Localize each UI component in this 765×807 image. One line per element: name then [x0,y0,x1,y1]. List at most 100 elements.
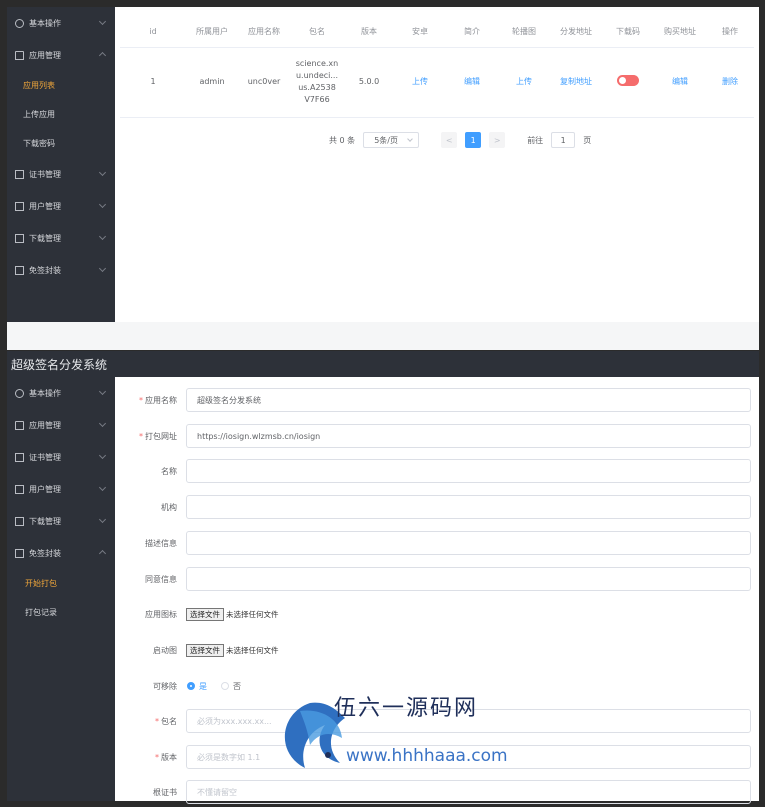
copy-address-link[interactable]: 复制地址 [560,77,592,86]
doc-icon [15,233,24,243]
field-label: 名称 [161,466,177,476]
package-line: science.xn [295,59,339,68]
prev-page-button[interactable]: < [441,132,458,148]
sub-item-download-password[interactable]: 下载密码 [7,129,115,158]
sub-item-label: 上传应用 [23,110,55,119]
column-header: 版本 [344,17,394,48]
user-icon [15,18,24,28]
goto-label: 前往 [527,135,544,145]
field-label: 描述信息 [145,538,177,548]
column-header: 分发地址 [550,17,602,48]
watermark-title: 伍六一源码网 [334,696,479,721]
cell-package: science.xn u.undeci... us.A2538 V7F66 [290,47,344,118]
app-list-screen: 基本操作 应用管理 应用列表 上传应用 下载密码 证书管理 用户管理 下载管理 [7,7,759,322]
next-page-button[interactable]: > [489,132,506,148]
field-label: * 包名 [155,716,177,726]
form-row-app-icon: 应用图标 选择文件 未选择任何文件 [117,602,751,626]
radio-label: 否 [233,681,241,691]
goto-page-input[interactable]: 1 [551,132,576,148]
table-header-row: id 所属用户 应用名称 包名 版本 安卓 简介 轮播图 分发地址 下载码 购买… [120,17,754,48]
menu-basic-ops[interactable]: 基本操作 [7,377,115,409]
home-icon [15,50,24,60]
menu-cert-management[interactable]: 证书管理 [7,158,115,190]
chevron-down-icon [98,200,107,209]
pack-url-input[interactable]: https://iosign.wlzmsb.cn/iosign [186,424,751,448]
field-label: 根证书 [153,787,177,797]
chevron-down-icon [98,17,107,26]
menu-app-management[interactable]: 应用管理 [7,39,115,71]
doc-icon [15,484,24,494]
choose-file-button[interactable]: 选择文件 [186,607,224,621]
cell-version: 5.0.0 [344,47,394,118]
chevron-down-icon [98,232,107,241]
sub-item-label: 开始打包 [25,579,57,588]
menu-label: 用户管理 [29,201,61,211]
form-row-desc: 描述信息 [117,531,751,555]
menu-free-sign[interactable]: 免签封装 [7,254,115,286]
radio-label: 是 [199,681,207,691]
menu-app-management[interactable]: 应用管理 [7,409,115,441]
radio-unchecked-icon [221,682,229,690]
column-header: 操作 [706,17,754,48]
description-input[interactable] [186,531,751,555]
removable-no-radio[interactable]: 否 [221,681,241,692]
sub-item-packing-records[interactable]: 打包记录 [7,598,115,627]
pagination: 共 0 条 5条/页 < 1 > 前往 1 页 [329,132,591,148]
menu-user-management[interactable]: 用户管理 [7,190,115,222]
doc-icon [15,169,24,179]
cell-intro: 编辑 [446,47,498,118]
choose-file-button[interactable]: 选择文件 [186,643,224,657]
sidebar: 基本操作 应用管理 应用列表 上传应用 下载密码 证书管理 用户管理 下载管理 [7,7,115,322]
edit-intro-link[interactable]: 编辑 [464,77,480,86]
cell-carousel: 上传 [498,47,550,118]
download-code-toggle[interactable] [617,74,639,86]
chevron-down-icon [98,451,107,460]
form-row-splash: 启动图 选择文件 未选择任何文件 [117,638,751,662]
chevron-up-icon [98,51,107,60]
menu-label: 证书管理 [29,169,61,179]
edit-buy-link[interactable]: 编辑 [672,77,688,86]
menu-user-management[interactable]: 用户管理 [7,473,115,505]
menu-label: 应用管理 [29,50,61,60]
menu-label: 应用管理 [29,420,61,430]
menu-label: 下载管理 [29,233,61,243]
cell-dist: 复制地址 [550,47,602,118]
package-line: u.undeci... [295,71,338,80]
field-label: * 版本 [155,752,177,762]
sub-item-upload-app[interactable]: 上传应用 [7,100,115,129]
menu-free-sign[interactable]: 免签封装 [7,537,115,569]
sidebar: 基本操作 应用管理 证书管理 用户管理 下载管理 免签封装 开始打包 打包记录 [7,377,115,801]
page-size-select[interactable]: 5条/页 [363,132,420,148]
field-label: 可移除 [153,681,177,691]
name-input[interactable] [186,459,751,483]
cell-action: 删除 [706,47,754,118]
doc-icon [15,452,24,462]
menu-cert-management[interactable]: 证书管理 [7,441,115,473]
consent-input[interactable] [186,567,751,591]
delete-link[interactable]: 删除 [722,77,738,86]
field-label: 应用图标 [145,609,177,619]
removable-yes-radio[interactable]: 是 [187,681,207,692]
menu-label: 用户管理 [29,484,61,494]
page-number-current[interactable]: 1 [465,132,482,148]
column-header: 轮播图 [498,17,550,48]
org-input[interactable] [186,495,751,519]
form-row-cert: 根证书 不懂请留空 [117,780,751,804]
menu-download-management[interactable]: 下载管理 [7,222,115,254]
menu-download-management[interactable]: 下载管理 [7,505,115,537]
upload-android-link[interactable]: 上传 [412,77,428,86]
menu-basic-ops[interactable]: 基本操作 [7,7,115,39]
app-title: 超级签名分发系统 [11,357,108,372]
main-content: id 所属用户 应用名称 包名 版本 安卓 简介 轮播图 分发地址 下载码 购买… [115,7,759,322]
pager-total: 共 0 条 [329,135,356,145]
root-cert-input[interactable]: 不懂请留空 [186,780,751,804]
file-status: 未选择任何文件 [226,609,279,619]
package-line: V7F66 [304,95,330,104]
watermark-url: www.hhhhaaa.com [346,746,508,766]
chevron-down-icon [98,168,107,177]
upload-carousel-link[interactable]: 上传 [516,77,532,86]
sub-item-app-list[interactable]: 应用列表 [7,71,115,100]
form-row-consent: 同意信息 [117,567,751,591]
sub-item-start-packing[interactable]: 开始打包 [7,569,115,598]
app-name-input[interactable]: 超级签名分发系统 [186,388,751,412]
